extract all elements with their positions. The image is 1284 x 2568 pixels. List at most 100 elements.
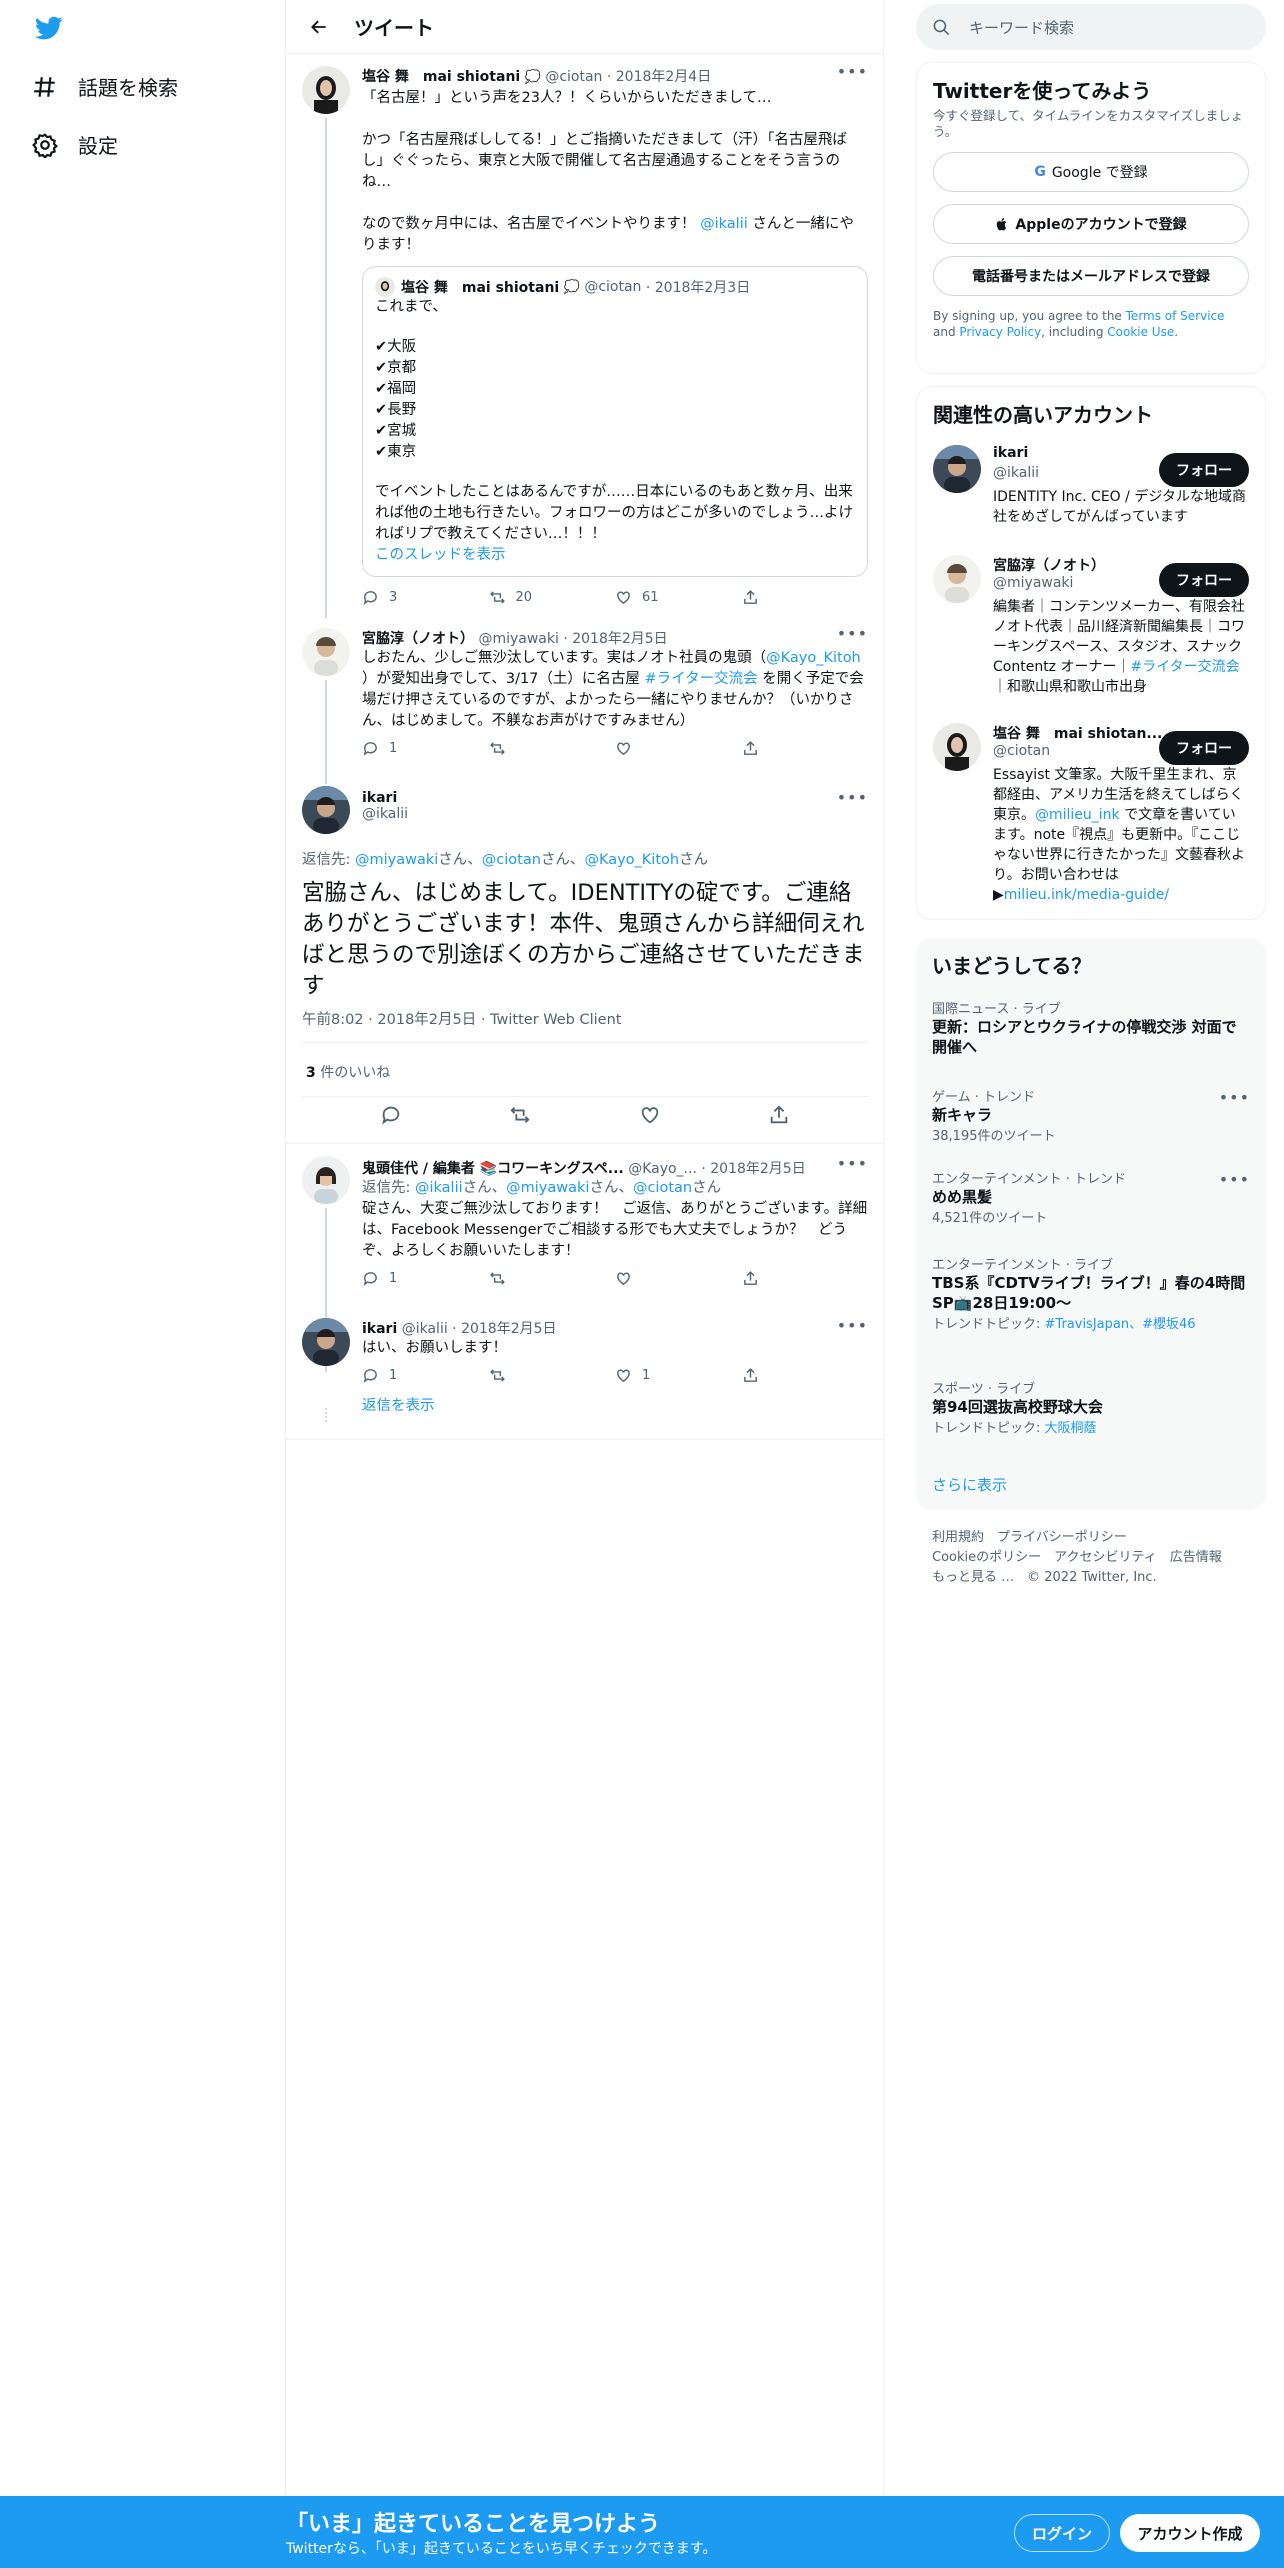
tweet-date[interactable]: · 2018年2月4日	[607, 69, 711, 85]
like-button[interactable]: 61	[615, 589, 742, 606]
reply-icon[interactable]	[380, 1104, 402, 1126]
topics-link[interactable]: 大阪桐蔭	[1045, 1421, 1097, 1436]
tweet-date[interactable]: · 2018年2月5日	[452, 1321, 556, 1337]
back-button[interactable]	[302, 10, 336, 44]
nav-explore[interactable]: 話題を検索	[32, 72, 178, 101]
mention-link[interactable]: @Kayo_Kitoh	[766, 650, 861, 666]
trend-item[interactable]: エンターテインメント · トレンド めめ黒髪 4,521件のツイート •••	[932, 1168, 1250, 1226]
google-signup-button[interactable]: G Google で登録	[933, 152, 1249, 192]
share-button[interactable]	[742, 1367, 869, 1384]
reply-mention[interactable]: @Kayo_Kitoh	[584, 852, 679, 868]
account-name[interactable]: ikari	[993, 445, 1028, 461]
avatar[interactable]	[933, 555, 981, 603]
author-name[interactable]: ikari	[362, 790, 408, 806]
tweet-date[interactable]: · 2018年2月5日	[563, 631, 667, 647]
show-replies-link[interactable]: 返信を表示	[362, 1394, 868, 1415]
author-name[interactable]: 塩谷 舞 mai shiotani	[362, 69, 520, 85]
retweet-button[interactable]	[489, 1367, 616, 1384]
show-more-link[interactable]: さらに表示	[932, 1474, 1007, 1495]
mention-link[interactable]: @ikalii	[700, 216, 748, 232]
related-account[interactable]: 宮脇淳（ノオト） @miyawaki フォロー 編集者｜コンテンツメーカー、有限…	[917, 555, 1265, 705]
reply-mention[interactable]: @miyawaki	[355, 852, 438, 868]
topics-link[interactable]: #TravisJapan、#櫻坂46	[1045, 1317, 1196, 1332]
more-icon[interactable]: •••	[837, 62, 868, 81]
follow-button[interactable]: フォロー	[1159, 453, 1249, 487]
more-icon[interactable]: •••	[837, 788, 868, 807]
footer-row[interactable]: 利用規約 プライバシーポリシー	[932, 1528, 1222, 1548]
author-block[interactable]: ikari @ikalii	[362, 790, 408, 822]
author-handle[interactable]: @ciotan	[545, 69, 602, 85]
avatar[interactable]	[302, 1156, 350, 1204]
follow-button[interactable]: フォロー	[1159, 731, 1249, 765]
avatar[interactable]	[302, 628, 350, 676]
retweet-button[interactable]: 20	[489, 589, 616, 606]
related-account[interactable]: ikari @ikalii フォロー IDENTITY Inc. CEO / デ…	[917, 445, 1265, 545]
show-thread-link[interactable]: このスレッドを表示	[375, 545, 855, 566]
retweet-icon[interactable]	[509, 1104, 531, 1126]
share-button[interactable]	[742, 1270, 869, 1287]
like-button[interactable]	[615, 740, 742, 757]
account-handle[interactable]: @miyawaki	[993, 575, 1073, 591]
tweet-date[interactable]: · 2018年2月5日	[701, 1161, 805, 1177]
retweet-button[interactable]	[489, 740, 616, 757]
tweet-kayo[interactable]: 鬼頭佳代 / 編集者 📚コワーキングスペ... @Kayo_... · 2018…	[286, 1150, 884, 1372]
footer-row[interactable]: もっと見る … © 2022 Twitter, Inc.	[932, 1568, 1222, 1588]
quoted-tweet[interactable]: 塩谷 舞 mai shiotani 💭 @ciotan · 2018年2月3日 …	[362, 266, 868, 577]
twitter-logo-icon[interactable]	[32, 14, 66, 42]
hashtag-link[interactable]: #ライター交流会	[1130, 659, 1239, 675]
follow-button[interactable]: フォロー	[1159, 563, 1249, 597]
trend-item[interactable]: エンターテインメント · ライブ TBS系『CDTVライブ！ライブ！』春の4時間…	[932, 1254, 1250, 1332]
avatar[interactable]	[933, 445, 981, 493]
phone-email-signup-button[interactable]: 電話番号またはメールアドレスで登録	[933, 256, 1249, 296]
account-handle[interactable]: @ciotan	[993, 743, 1050, 759]
author-handle[interactable]: @ikalii	[402, 1321, 448, 1337]
reply-button[interactable]: 1	[362, 1270, 489, 1287]
reply-button[interactable]: 3	[362, 589, 489, 606]
author-name[interactable]: 宮脇淳（ノオト）	[362, 631, 474, 647]
cookie-link[interactable]: Cookie Use	[1107, 325, 1174, 339]
account-name[interactable]: 宮脇淳（ノオト）	[993, 555, 1105, 575]
share-button[interactable]	[742, 740, 869, 757]
share-button[interactable]	[742, 589, 869, 606]
more-icon[interactable]: •••	[1219, 1170, 1250, 1189]
reply-mention[interactable]: @ikalii	[415, 1180, 463, 1196]
more-icon[interactable]: •••	[837, 1316, 868, 1335]
author-handle[interactable]: @miyawaki	[478, 631, 558, 647]
like-button[interactable]: 1	[615, 1367, 742, 1384]
account-name[interactable]: 塩谷 舞 mai shiotan...	[993, 723, 1162, 743]
footer-row[interactable]: Cookieのポリシー アクセシビリティ 広告情報	[932, 1548, 1222, 1568]
privacy-link[interactable]: Privacy Policy	[959, 325, 1041, 339]
like-button[interactable]	[615, 1270, 742, 1287]
tweet-ciotan[interactable]: 塩谷 舞 mai shiotani 💭 @ciotan · 2018年2月4日 …	[286, 56, 884, 618]
avatar[interactable]	[302, 1318, 350, 1366]
share-icon[interactable]	[768, 1104, 790, 1126]
reply-mention[interactable]: @miyawaki	[506, 1180, 589, 1196]
trend-item[interactable]: スポーツ · ライブ 第94回選抜高校野球大会 トレンドトピック: 大阪桐蔭	[932, 1378, 1250, 1436]
reply-button[interactable]: 1	[362, 1367, 489, 1384]
author-name[interactable]: 鬼頭佳代 / 編集者 📚コワーキングスペ...	[362, 1161, 624, 1177]
related-account[interactable]: 塩谷 舞 mai shiotan... @ciotan フォロー Essayis…	[917, 723, 1265, 923]
reply-mention[interactable]: @ciotan	[482, 852, 541, 868]
more-icon[interactable]: •••	[837, 624, 868, 643]
reply-button[interactable]: 1	[362, 740, 489, 757]
heart-icon[interactable]	[639, 1104, 661, 1126]
signup-button[interactable]: アカウント作成	[1120, 2514, 1260, 2552]
author-handle[interactable]: @Kayo_...	[628, 1161, 697, 1177]
author-handle[interactable]: @ikalii	[362, 806, 408, 822]
avatar[interactable]	[933, 723, 981, 771]
reply-mention[interactable]: @ciotan	[633, 1180, 692, 1196]
footer-links[interactable]: 利用規約 プライバシーポリシー Cookieのポリシー アクセシビリティ 広告情…	[932, 1528, 1222, 1588]
retweet-button[interactable]	[489, 1270, 616, 1287]
apple-signup-button[interactable]: Appleのアカウントで登録	[933, 204, 1249, 244]
terms-link[interactable]: Terms of Service	[1126, 309, 1225, 323]
author-name[interactable]: ikari	[362, 1321, 397, 1337]
tweet-timestamp[interactable]: 午前8:02 · 2018年2月5日 · Twitter Web Client	[302, 1008, 621, 1029]
login-button[interactable]: ログイン	[1014, 2514, 1110, 2552]
search-input[interactable]: キーワード検索	[916, 4, 1266, 50]
avatar[interactable]	[302, 786, 350, 834]
tweet-ikari-reply[interactable]: ikari @ikalii · 2018年2月5日 はい、お願いします！ 1 1…	[286, 1312, 884, 1440]
avatar[interactable]	[302, 66, 350, 114]
trend-item[interactable]: ゲーム · トレンド 新キャラ 38,195件のツイート •••	[932, 1086, 1250, 1144]
hashtag-link[interactable]: #ライター交流会	[645, 671, 758, 687]
bio-url-link[interactable]: milieu.ink/media-guide/	[1004, 887, 1169, 903]
